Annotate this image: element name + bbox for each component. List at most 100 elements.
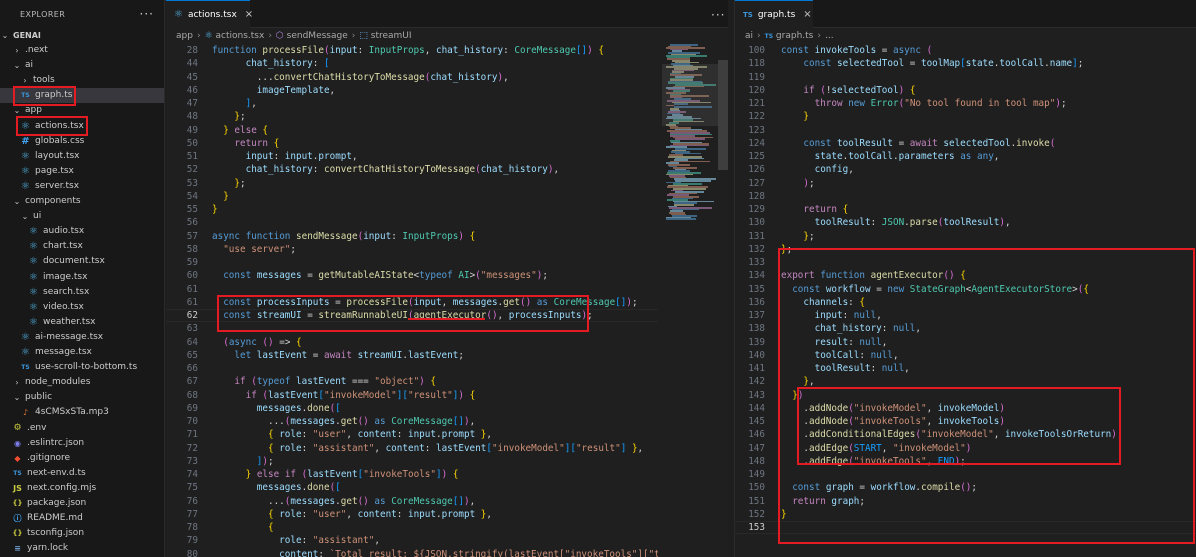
tree-file-yarn-lock[interactable]: ≡ yarn.lock <box>0 541 164 556</box>
code-line[interactable]: .addNode("invokeTools", invokeTools) <box>781 415 1005 428</box>
code-line[interactable]: input: input.prompt, <box>212 150 358 163</box>
code-line[interactable]: ]); <box>212 455 274 468</box>
code-line[interactable]: const graph = workflow.compile(); <box>781 481 977 494</box>
code-line[interactable]: const messages = getMutableAIState<typeo… <box>212 269 548 282</box>
breadcrumb-item[interactable]: sendMessage <box>287 31 348 41</box>
editor-graph[interactable]: TS graph.ts × ai › TS graph.ts ›... 100 cons… <box>734 0 1196 557</box>
code-line[interactable]: const toolResult = await selectedTool.in… <box>781 137 1055 150</box>
tree-folder-node-modules[interactable]: › node_modules <box>0 375 164 390</box>
code-area-right[interactable]: 100 const invokeTools = async (118 const … <box>735 44 1196 557</box>
editor-more-button[interactable]: ··· <box>711 8 725 22</box>
code-line[interactable]: } <box>212 203 218 216</box>
tree-file-image-tsx[interactable]: ⚛ image.tsx <box>0 270 164 285</box>
tree-file-search-tsx[interactable]: ⚛ search.tsx <box>0 285 164 300</box>
code-line[interactable]: messages.done([ <box>212 481 341 494</box>
code-line[interactable]: toolResult: null, <box>781 362 910 375</box>
code-line[interactable]: .addConditionalEdges("invokeModel", invo… <box>781 428 1117 441</box>
code-line[interactable]: imageTemplate, <box>212 84 335 97</box>
tree-file-video-tsx[interactable]: ⚛ video.tsx <box>0 300 164 315</box>
code-line[interactable]: } else { <box>212 124 268 137</box>
code-line[interactable]: .addNode("invokeModel", invokeModel) <box>781 402 1005 415</box>
tree-file--env[interactable]: ⚙ .env <box>0 421 164 436</box>
tree-folder-components[interactable]: ⌄ components <box>0 194 164 209</box>
tree-file-page-tsx[interactable]: ⚛ page.tsx <box>0 164 164 179</box>
code-line[interactable]: }; <box>212 110 245 123</box>
code-line[interactable]: if (lastEvent["invokeModel"]["result"]) … <box>212 389 476 402</box>
tree-folder-ai[interactable]: ⌄ ai <box>0 58 164 73</box>
code-line[interactable]: messages.done([ <box>212 402 341 415</box>
code-line[interactable]: toolCall: null, <box>781 349 899 362</box>
code-line[interactable]: { <box>212 521 274 534</box>
minimap-left[interactable] <box>662 44 718 224</box>
code-line[interactable]: "use server"; <box>212 243 296 256</box>
code-line[interactable]: .addEdge("invokeTools", END); <box>781 455 965 468</box>
code-line[interactable]: async function sendMessage(input: InputP… <box>212 230 475 243</box>
code-line[interactable]: }; <box>212 177 245 190</box>
code-line[interactable]: ...(messages.get() as CoreMessage[]), <box>212 495 475 508</box>
tree-file-4scmsxsta-mp3[interactable]: ♪ 4sCMSxSTa.mp3 <box>0 405 164 420</box>
breadcrumb-item[interactable]: graph.ts <box>776 31 813 41</box>
explorer-more-button[interactable]: ··· <box>140 7 154 21</box>
code-line[interactable]: return { <box>781 203 848 216</box>
breadcrumb-item[interactable]: actions.tsx <box>216 31 265 41</box>
code-line[interactable]: content: `Total result: ${JSON.stringify… <box>212 548 658 557</box>
tree-folder-tools[interactable]: › tools <box>0 73 164 88</box>
code-line[interactable]: } <box>781 508 787 521</box>
tree-root-genai[interactable]: ⌄ GENAI <box>0 28 164 43</box>
tab-actions-tsx[interactable]: ⚛ actions.tsx × <box>166 0 253 28</box>
code-line[interactable]: ], <box>212 97 257 110</box>
editor-actions[interactable]: ⚛ actions.tsx × ··· app › ⚛ actions.tsx › ⬡ … <box>166 0 728 557</box>
code-line[interactable]: input: null, <box>781 309 882 322</box>
close-tab-icon[interactable]: × <box>245 9 253 20</box>
code-line[interactable]: const workflow = new StateGraph<AgentExe… <box>781 283 1089 296</box>
code-line[interactable]: result: null, <box>781 336 888 349</box>
tree-file-document-tsx[interactable]: ⚛ document.tsx <box>0 254 164 269</box>
tree-file-ai-message-tsx[interactable]: ⚛ ai-message.tsx <box>0 330 164 345</box>
code-line[interactable]: return { <box>212 137 279 150</box>
tree-file-graph-ts[interactable]: TS graph.ts <box>0 88 164 104</box>
tree-file-audio-tsx[interactable]: ⚛ audio.tsx <box>0 224 164 239</box>
tree-folder-ui[interactable]: ⌄ ui <box>0 209 164 224</box>
code-line[interactable]: if (typeof lastEvent === "object") { <box>212 375 436 388</box>
tree-folder-public[interactable]: ⌄ public <box>0 390 164 405</box>
code-line[interactable]: }, <box>781 375 814 388</box>
tree-file-use-scroll-to-bottom-ts[interactable]: TS use-scroll-to-bottom.ts <box>0 360 164 375</box>
breadcrumb-item[interactable]: ... <box>825 31 834 41</box>
code-line[interactable]: let lastEvent = await streamUI.lastEvent… <box>212 349 464 362</box>
code-line[interactable]: { role: "assistant", content: lastEvent[… <box>212 442 643 455</box>
code-line[interactable]: }; <box>781 243 792 256</box>
close-tab-icon[interactable]: × <box>803 9 811 20</box>
code-line[interactable]: channels: { <box>781 296 865 309</box>
code-line[interactable]: ...convertChatHistoryToMessage(chat_hist… <box>212 71 509 84</box>
tree-folder-app[interactable]: ⌄ app <box>0 103 164 118</box>
code-line[interactable]: const invokeTools = async ( <box>781 44 932 57</box>
code-line[interactable]: throw new Error("No tool found in tool m… <box>781 97 1067 110</box>
minimap-slider[interactable] <box>662 64 718 126</box>
code-line[interactable]: .addEdge(START, "invokeModel") <box>781 442 971 455</box>
tree-file--eslintrc-json[interactable]: ◉ .eslintrc.json <box>0 436 164 451</box>
tree-file-server-tsx[interactable]: ⚛ server.tsx <box>0 179 164 194</box>
tree-file-readme-md[interactable]: ⓘ README.md <box>0 511 164 526</box>
tree-file-message-tsx[interactable]: ⚛ message.tsx <box>0 345 164 360</box>
code-line[interactable]: const processInputs = processFile(input,… <box>212 296 637 309</box>
breadcrumb-item[interactable]: ai <box>745 31 753 41</box>
tree-file-globals-css[interactable]: # globals.css <box>0 134 164 149</box>
code-line[interactable]: export function agentExecutor() { <box>781 269 966 282</box>
code-line[interactable]: const selectedTool = toolMap[state.toolC… <box>781 57 1083 70</box>
scrollbar-left[interactable] <box>718 60 728 170</box>
code-line[interactable]: }) <box>781 389 803 402</box>
code-line[interactable]: ); <box>781 177 814 190</box>
tree-file-package-json[interactable]: {} package.json <box>0 496 164 511</box>
code-line[interactable]: } <box>781 110 809 123</box>
code-line[interactable]: config, <box>781 163 854 176</box>
tree-file-layout-tsx[interactable]: ⚛ layout.tsx <box>0 149 164 164</box>
tree-file-tsconfig-json[interactable]: {} tsconfig.json <box>0 526 164 541</box>
breadcrumb-item[interactable]: streamUI <box>371 31 412 41</box>
code-line[interactable]: chat_history: [ <box>212 57 330 70</box>
tree-file--gitignore[interactable]: ◆ .gitignore <box>0 451 164 466</box>
code-line[interactable]: toolResult: JSON.parse(toolResult), <box>781 216 1011 229</box>
code-line[interactable]: if (!selectedTool) { <box>781 84 915 97</box>
code-line[interactable]: chat_history: null, <box>781 322 921 335</box>
code-line[interactable]: function processFile(input: InputProps, … <box>212 44 604 57</box>
code-line[interactable]: { role: "user", content: input.prompt }, <box>212 508 492 521</box>
